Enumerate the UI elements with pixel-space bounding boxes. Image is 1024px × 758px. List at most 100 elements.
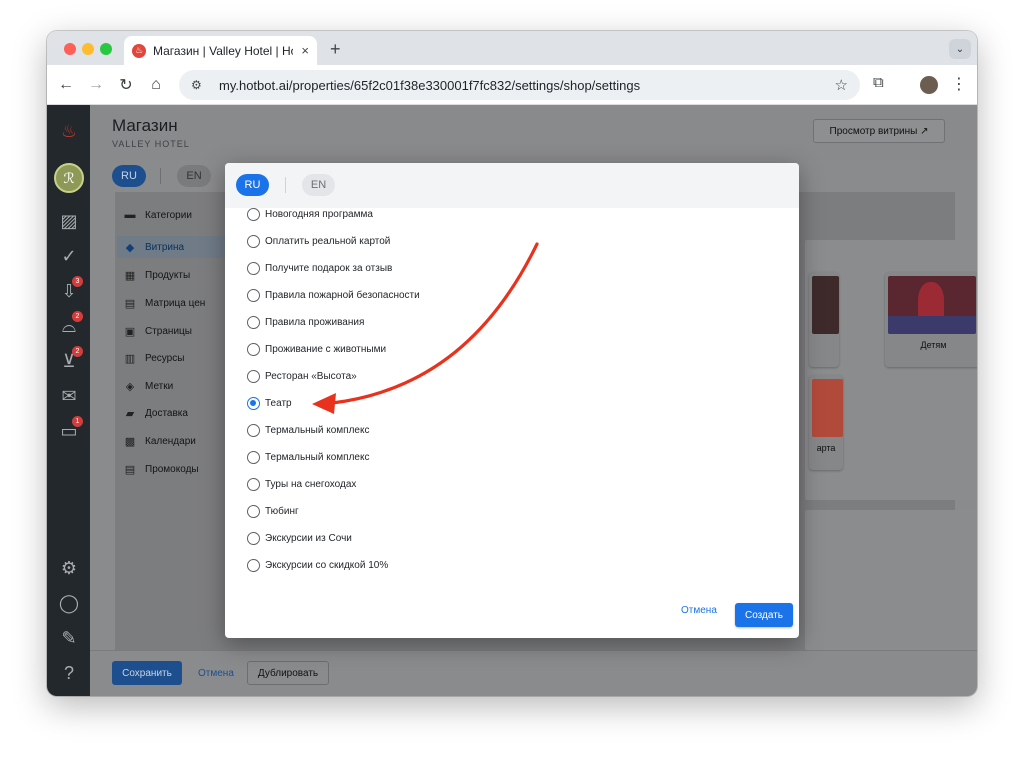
extensions-puzzle-icon[interactable]: ⧉ [873, 74, 884, 91]
analytics-chart-icon[interactable]: ▨ [57, 209, 81, 233]
page-option[interactable]: Оплатить реальной картой [247, 232, 390, 250]
sidebar-item-products[interactable]: ▦ Продукты [123, 264, 190, 286]
page-option[interactable]: Проживание с животными [247, 340, 386, 358]
bookmark-star-icon[interactable]: ☆ [835, 76, 848, 94]
radio-unchecked[interactable] [247, 531, 260, 545]
showcase-card-partial[interactable]: арта [809, 375, 843, 470]
radio-unchecked[interactable] [247, 315, 260, 329]
edit-pencil-icon[interactable]: ✎ [57, 626, 81, 650]
page-option[interactable]: Новогодняя программа [247, 205, 373, 223]
dialog-lang-en-tab[interactable]: EN [302, 174, 335, 196]
property-avatar[interactable]: ℛ [54, 163, 84, 193]
sidebar-item-label: Календари [145, 435, 196, 447]
footer-bar: Сохранить Отмена Дублировать [90, 650, 977, 696]
settings-gear-icon[interactable]: ⚙ [57, 556, 81, 580]
categories-icon: ▬ [124, 209, 136, 221]
lang-en-tab[interactable]: EN [177, 165, 211, 187]
reload-icon[interactable]: ↻ [115, 74, 137, 96]
sidebar-item-tags[interactable]: ◈ Метки [123, 375, 173, 397]
radio-unchecked[interactable] [247, 450, 260, 464]
radio-unchecked[interactable] [247, 207, 260, 221]
sidebar-item-promo-codes[interactable]: ▤ Промокоды [123, 458, 199, 480]
close-window-button[interactable] [64, 43, 76, 55]
radio-unchecked[interactable] [247, 504, 260, 518]
home-icon[interactable]: ⌂ [145, 74, 167, 96]
cancel-button[interactable]: Отмена [198, 661, 234, 685]
cart-badge: 2 [72, 346, 83, 357]
profile-avatar[interactable] [920, 76, 938, 94]
browser-toolbar: ← → ↻ ⌂ ⚙ my.hotbot.ai/properties/65f2c0… [47, 65, 977, 105]
duplicate-button[interactable]: Дублировать [247, 661, 329, 685]
radio-unchecked[interactable] [247, 261, 260, 275]
radio-unchecked[interactable] [247, 369, 260, 383]
dialog-cancel-button[interactable]: Отмена [681, 605, 717, 616]
preview-showcase-button[interactable]: Просмотр витрины ↗ [813, 119, 945, 143]
sidebar-item-delivery[interactable]: ▰ Доставка [123, 402, 188, 424]
card-image [888, 276, 976, 334]
tab-close-icon[interactable]: × [301, 43, 309, 58]
radio-unchecked[interactable] [247, 234, 260, 248]
new-tab-button[interactable]: + [330, 39, 341, 60]
page-option[interactable]: Театр [247, 394, 292, 412]
showcase-block-2: ⠿ [805, 510, 977, 650]
hotbot-logo-icon[interactable]: ♨ [57, 119, 81, 143]
save-button[interactable]: Сохранить [112, 661, 182, 685]
page-option-label: Экскурсии со скидкой 10% [265, 559, 389, 571]
radio-unchecked[interactable] [247, 288, 260, 302]
radio-unchecked[interactable] [247, 558, 260, 572]
page-option[interactable]: Термальный комплекс [247, 421, 369, 439]
site-settings-icon[interactable]: ⚙ [191, 78, 209, 92]
tab-search-chevron-icon[interactable]: ⌄ [949, 39, 971, 59]
sidebar-item-calendars[interactable]: ▩ Календари [123, 430, 196, 452]
page-option-label: Ресторан «Высота» [265, 370, 357, 382]
sidebar-item-label: Категории [145, 209, 192, 221]
sidebar-item-label: Продукты [145, 269, 191, 281]
back-arrow-icon[interactable]: ← [55, 74, 77, 96]
page-option-label: Туры на снегоходах [265, 478, 357, 490]
page-option-label: Термальный комплекс [265, 451, 370, 463]
page-option[interactable]: Тюбинг [247, 502, 299, 520]
minimize-window-button[interactable] [82, 43, 94, 55]
mail-icon[interactable]: ✉ [57, 384, 81, 408]
radio-unchecked[interactable] [247, 423, 260, 437]
page-option[interactable]: Экскурсии из Сочи [247, 529, 352, 547]
address-bar[interactable]: ⚙ my.hotbot.ai/properties/65f2c01f38e330… [179, 70, 860, 100]
forward-arrow-icon[interactable]: → [85, 74, 107, 96]
page-option[interactable]: Правила пожарной безопасности [247, 286, 420, 304]
sidebar-item-showcase[interactable]: ◆ Витрина [117, 236, 237, 258]
showcase-card-kids[interactable]: Детям [885, 272, 977, 367]
radio-checked[interactable] [247, 396, 260, 410]
lang-ru-tab[interactable]: RU [112, 165, 146, 187]
page-option[interactable]: Получите подарок за отзыв [247, 259, 392, 277]
inbox-badge: 3 [72, 276, 83, 287]
browser-menu-icon[interactable]: ⋮ [951, 74, 967, 94]
sidebar-item-price-matrix[interactable]: ▤ Матрица цен [123, 292, 205, 314]
page-option[interactable]: Термальный комплекс [247, 448, 369, 466]
tasks-check-icon[interactable]: ✓ [57, 244, 81, 268]
page-header: Магазин VALLEY HOTEL Просмотр витрины ↗ [90, 105, 977, 160]
help-icon[interactable]: ? [57, 661, 81, 685]
showcase-card[interactable] [809, 272, 839, 367]
left-rail: ♨ ℛ ▨ ✓ ⇩ 3 ⌓ 2 ⊻ 2 ✉ ▭ 1 ⚙ ◯ ✎ ? [47, 105, 90, 696]
page-option-label: Тюбинг [265, 505, 299, 517]
page-option[interactable]: Туры на снегоходах [247, 475, 356, 493]
radio-unchecked[interactable] [247, 477, 260, 491]
sidebar-item-resources[interactable]: ▥ Ресурсы [123, 347, 185, 369]
sidebar-item-label: Метки [145, 380, 174, 392]
page-option-label: Новогодняя программа [265, 208, 373, 220]
dialog-lang-ru-tab[interactable]: RU [236, 174, 269, 196]
browser-tab[interactable]: ♨ Магазин | Valley Hotel | Hotbot × [124, 36, 317, 65]
sidebar-item-categories[interactable]: ▬ Категории [123, 204, 192, 226]
maximize-window-button[interactable] [100, 43, 112, 55]
sidebar-item-pages[interactable]: ▣ Страницы [123, 320, 192, 342]
page-option[interactable]: Правила проживания [247, 313, 364, 331]
card-label: Детям [920, 340, 947, 350]
card-label: арта [816, 443, 836, 453]
page-option[interactable]: Экскурсии со скидкой 10% [247, 556, 388, 574]
radio-unchecked[interactable] [247, 342, 260, 356]
account-icon[interactable]: ◯ [57, 591, 81, 615]
room-service-badge: 2 [72, 311, 83, 322]
dialog-create-button[interactable]: Создать [735, 603, 793, 627]
sidebar-item-label: Ресурсы [145, 352, 185, 364]
page-option[interactable]: Ресторан «Высота» [247, 367, 357, 385]
